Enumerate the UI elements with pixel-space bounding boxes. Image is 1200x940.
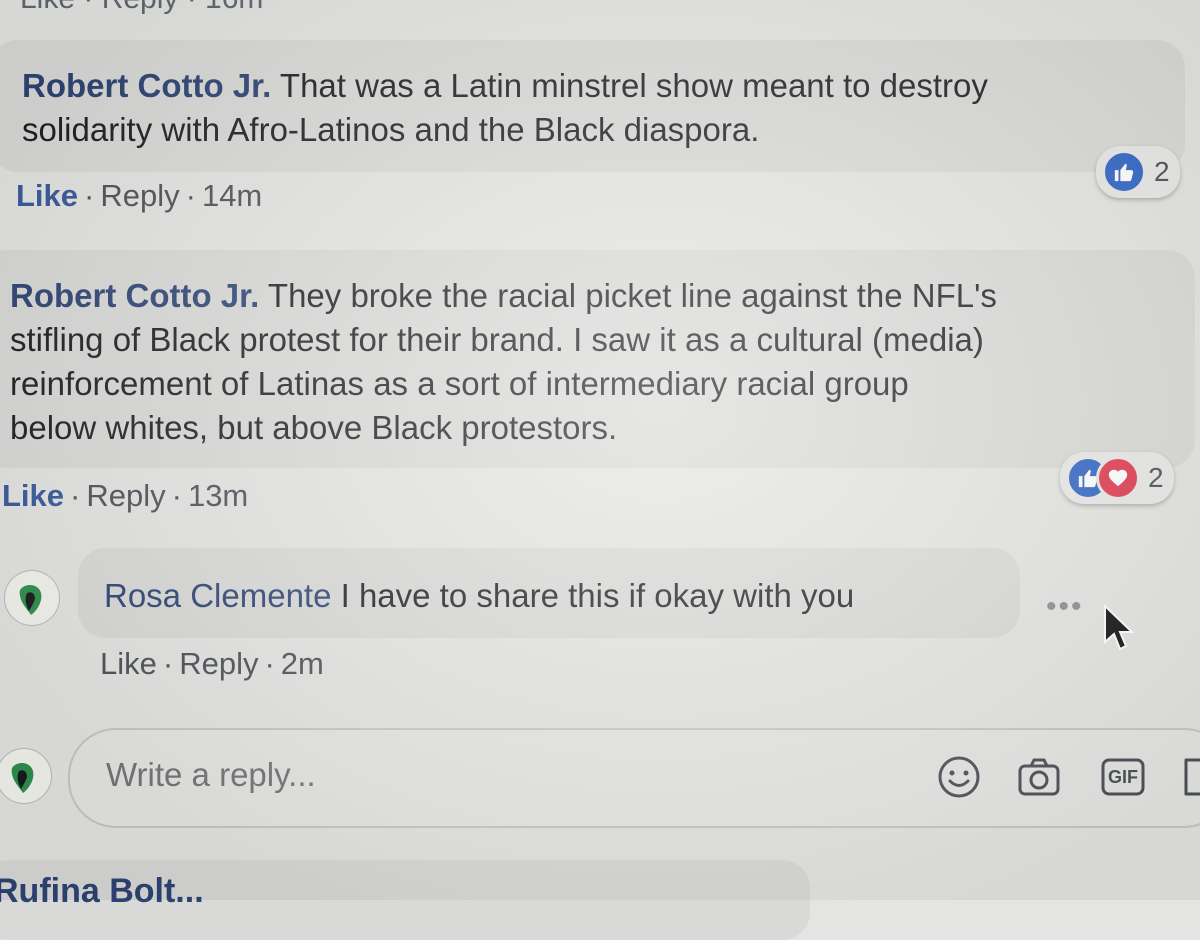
comment-body-line: stifling of Black protest for their bran… [10, 321, 984, 358]
camera-icon[interactable] [1016, 754, 1062, 800]
comment-timestamp[interactable]: 2m [281, 646, 324, 681]
comment-text: Rosa Clemente I have to share this if ok… [104, 574, 1004, 618]
avatar[interactable] [4, 570, 60, 626]
reply-input[interactable] [106, 756, 906, 794]
comment-timestamp[interactable]: 14m [202, 178, 262, 213]
reply-button[interactable]: Reply [179, 646, 258, 681]
like-button[interactable]: Like [2, 478, 64, 513]
reaction-count: 2 [1148, 462, 1164, 493]
emoji-icon[interactable] [936, 754, 982, 800]
comment-author[interactable]: Robert Cotto Jr. [10, 277, 259, 314]
comment-actions: Like · Reply · 2m [100, 646, 324, 681]
reply-composer[interactable]: GIF [68, 728, 1200, 828]
sticker-icon[interactable] [1180, 754, 1200, 800]
love-reaction-icon [1096, 456, 1140, 500]
like-reaction-icon [1102, 150, 1146, 194]
gif-label: GIF [1108, 766, 1138, 787]
comment-body-line: They broke the racial picket line agains… [259, 277, 997, 314]
comment-actions: Like · Reply · 14m [16, 178, 263, 213]
avatar[interactable] [0, 748, 52, 804]
reaction-count: 2 [1154, 156, 1170, 187]
comment-text: Robert Cotto Jr. That was a Latin minstr… [22, 64, 1182, 152]
gif-icon[interactable]: GIF [1100, 754, 1146, 800]
comment-timestamp[interactable]: 13m [188, 478, 248, 513]
comment-body-line: reinforcement of Latinas as a sort of in… [10, 365, 909, 402]
reply-button[interactable]: Reply [86, 478, 165, 513]
comment-body-line: solidarity with Afro-Latinos and the Bla… [22, 111, 760, 148]
mouse-cursor-icon [1104, 604, 1135, 651]
like-button[interactable]: Like [16, 178, 78, 213]
more-options-icon[interactable]: ••• [1046, 590, 1084, 624]
comment-author[interactable]: Rosa Clemente [104, 577, 331, 614]
comment-text: Robert Cotto Jr. They broke the racial p… [10, 274, 1200, 450]
reply-button[interactable]: Reply [100, 178, 179, 213]
next-comment-author[interactable]: Rufina Bolt... [0, 872, 204, 911]
reaction-summary[interactable]: 2 [1096, 146, 1180, 198]
comment-body-line: That was a Latin minstrel show meant to … [271, 67, 988, 104]
reaction-summary[interactable]: 2 [1060, 452, 1174, 504]
comment-actions: Like · Reply · 13m [2, 478, 249, 513]
previous-comment-actions: Like · Reply · 16m [20, 0, 263, 16]
comment-body-line: I have to share this if okay with you [331, 577, 855, 614]
like-button[interactable]: Like [100, 646, 157, 681]
comment-author[interactable]: Robert Cotto Jr. [22, 67, 271, 104]
comment-body-line: below whites, but above Black protestors… [10, 409, 618, 446]
